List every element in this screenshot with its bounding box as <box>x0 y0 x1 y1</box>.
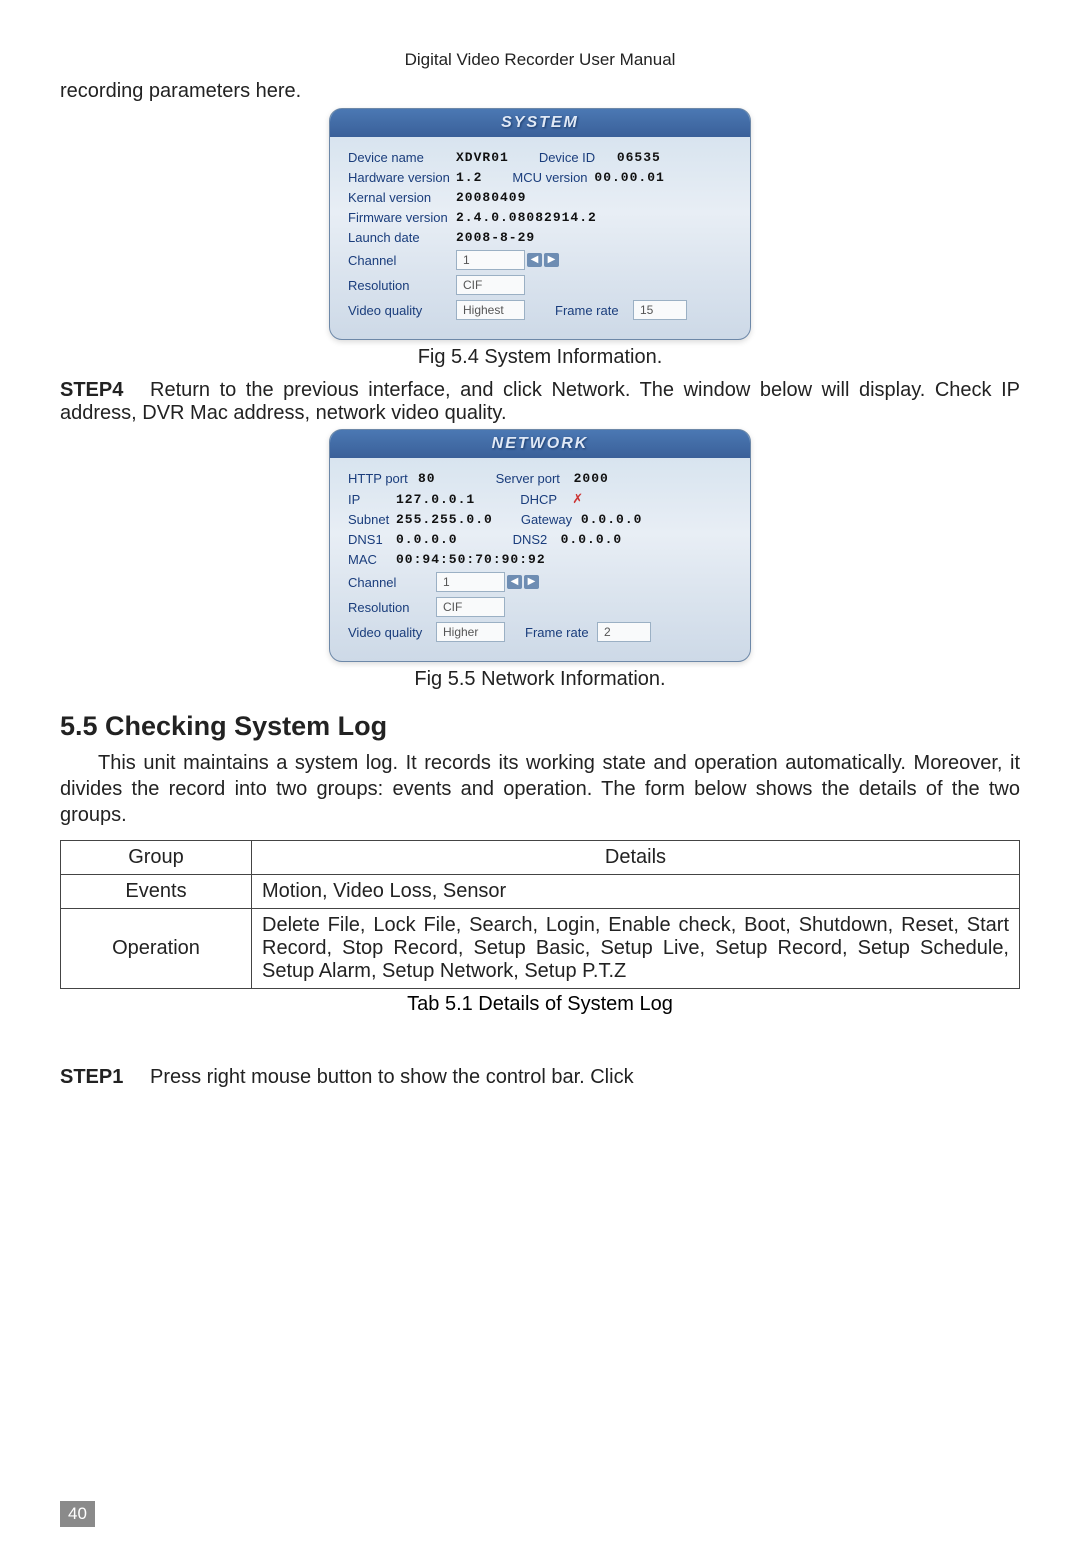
system-dialog-title: SYSTEM <box>330 109 750 137</box>
net-video-quality-label: Video quality <box>348 625 436 640</box>
network-dialog: NETWORK HTTP port 80 Server port 2000 IP… <box>329 429 751 662</box>
operation-cell: Operation <box>61 909 252 989</box>
step4-paragraph: STEP4Return to the previous interface, a… <box>60 379 1020 425</box>
device-id-label: Device ID <box>539 150 617 165</box>
net-resolution-input[interactable]: CIF <box>436 597 505 617</box>
video-quality-input[interactable]: Highest <box>456 300 525 320</box>
table-header-group: Group <box>61 841 252 875</box>
server-port-label: Server port <box>496 471 574 486</box>
fw-version-label: Firmware version <box>348 210 456 225</box>
resolution-input[interactable]: CIF <box>456 275 525 295</box>
channel-prev-icon[interactable]: ◀ <box>527 253 542 267</box>
gateway-label: Gateway <box>521 512 581 527</box>
step4-label: STEP4 <box>60 379 150 402</box>
hw-version-label: Hardware version <box>348 170 456 185</box>
subnet-label: Subnet <box>348 512 396 527</box>
channel-next-icon[interactable]: ▶ <box>544 253 559 267</box>
mac-label: MAC <box>348 552 396 567</box>
leading-text: recording parameters here. <box>60 78 1020 104</box>
table-row: Group Details <box>61 841 1020 875</box>
video-quality-label: Video quality <box>348 303 456 318</box>
mcu-version-label: MCU version <box>512 170 594 185</box>
tab-5-1-caption: Tab 5.1 Details of System Log <box>60 993 1020 1016</box>
system-log-table: Group Details Events Motion, Video Loss,… <box>60 840 1020 989</box>
manual-header: Digital Video Recorder User Manual <box>60 50 1020 70</box>
operation-details-cell: Delete File, Lock File, Search, Login, E… <box>252 909 1020 989</box>
device-id-value: 06535 <box>617 150 661 165</box>
subnet-value: 255.255.0.0 <box>396 512 493 527</box>
events-cell: Events <box>61 875 252 909</box>
mac-value: 00:94:50:70:90:92 <box>396 552 546 567</box>
mcu-version-value: 00.00.01 <box>594 170 664 185</box>
step1-text: Press right mouse button to show the con… <box>150 1066 634 1088</box>
net-frame-rate-input[interactable]: 2 <box>597 622 651 642</box>
step1-label: STEP1 <box>60 1066 150 1089</box>
server-port-value: 2000 <box>574 471 609 486</box>
launch-date-value: 2008-8-29 <box>456 230 535 245</box>
net-channel-label: Channel <box>348 575 436 590</box>
frame-rate-input[interactable]: 15 <box>633 300 687 320</box>
channel-input[interactable]: 1 <box>456 250 525 270</box>
resolution-label: Resolution <box>348 278 456 293</box>
device-name-value: XDVR01 <box>456 150 509 165</box>
dhcp-label: DHCP <box>520 492 568 507</box>
kernel-version-value: 20080409 <box>456 190 526 205</box>
frame-rate-label: Frame rate <box>555 303 633 318</box>
section-5-5-paragraph: This unit maintains a system log. It rec… <box>60 750 1020 828</box>
device-name-label: Device name <box>348 150 456 165</box>
launch-date-label: Launch date <box>348 230 456 245</box>
dns2-value: 0.0.0.0 <box>561 532 623 547</box>
fig-5-4-caption: Fig 5.4 System Information. <box>60 346 1020 369</box>
section-5-5-heading: 5.5 Checking System Log <box>60 711 1020 742</box>
net-channel-input[interactable]: 1 <box>436 572 505 592</box>
dns2-label: DNS2 <box>513 532 561 547</box>
ip-label: IP <box>348 492 396 507</box>
channel-label: Channel <box>348 253 456 268</box>
hw-version-value: 1.2 <box>456 170 482 185</box>
table-header-details: Details <box>252 841 1020 875</box>
gateway-value: 0.0.0.0 <box>581 512 643 527</box>
http-port-label: HTTP port <box>348 471 418 486</box>
net-resolution-label: Resolution <box>348 600 436 615</box>
net-channel-prev-icon[interactable]: ◀ <box>507 575 522 589</box>
net-channel-next-icon[interactable]: ▶ <box>524 575 539 589</box>
table-row: Operation Delete File, Lock File, Search… <box>61 909 1020 989</box>
fw-version-value: 2.4.0.08082914.2 <box>456 210 597 225</box>
table-row: Events Motion, Video Loss, Sensor <box>61 875 1020 909</box>
step1-paragraph: STEP1Press right mouse button to show th… <box>60 1066 1020 1089</box>
network-dialog-title: NETWORK <box>330 430 750 458</box>
dns1-label: DNS1 <box>348 532 396 547</box>
http-port-value: 80 <box>418 471 436 486</box>
dns1-value: 0.0.0.0 <box>396 532 458 547</box>
fig-5-5-caption: Fig 5.5 Network Information. <box>60 668 1020 691</box>
net-video-quality-input[interactable]: Higher <box>436 622 505 642</box>
net-frame-rate-label: Frame rate <box>525 625 597 640</box>
dhcp-disabled-icon: ✗ <box>572 491 583 507</box>
ip-value: 127.0.0.1 <box>396 492 475 507</box>
step4-text: Return to the previous interface, and cl… <box>60 379 1020 424</box>
kernel-version-label: Kernal version <box>348 190 456 205</box>
system-dialog: SYSTEM Device name XDVR01 Device ID 0653… <box>329 108 751 340</box>
events-details-cell: Motion, Video Loss, Sensor <box>252 875 1020 909</box>
page-number: 40 <box>60 1501 95 1527</box>
